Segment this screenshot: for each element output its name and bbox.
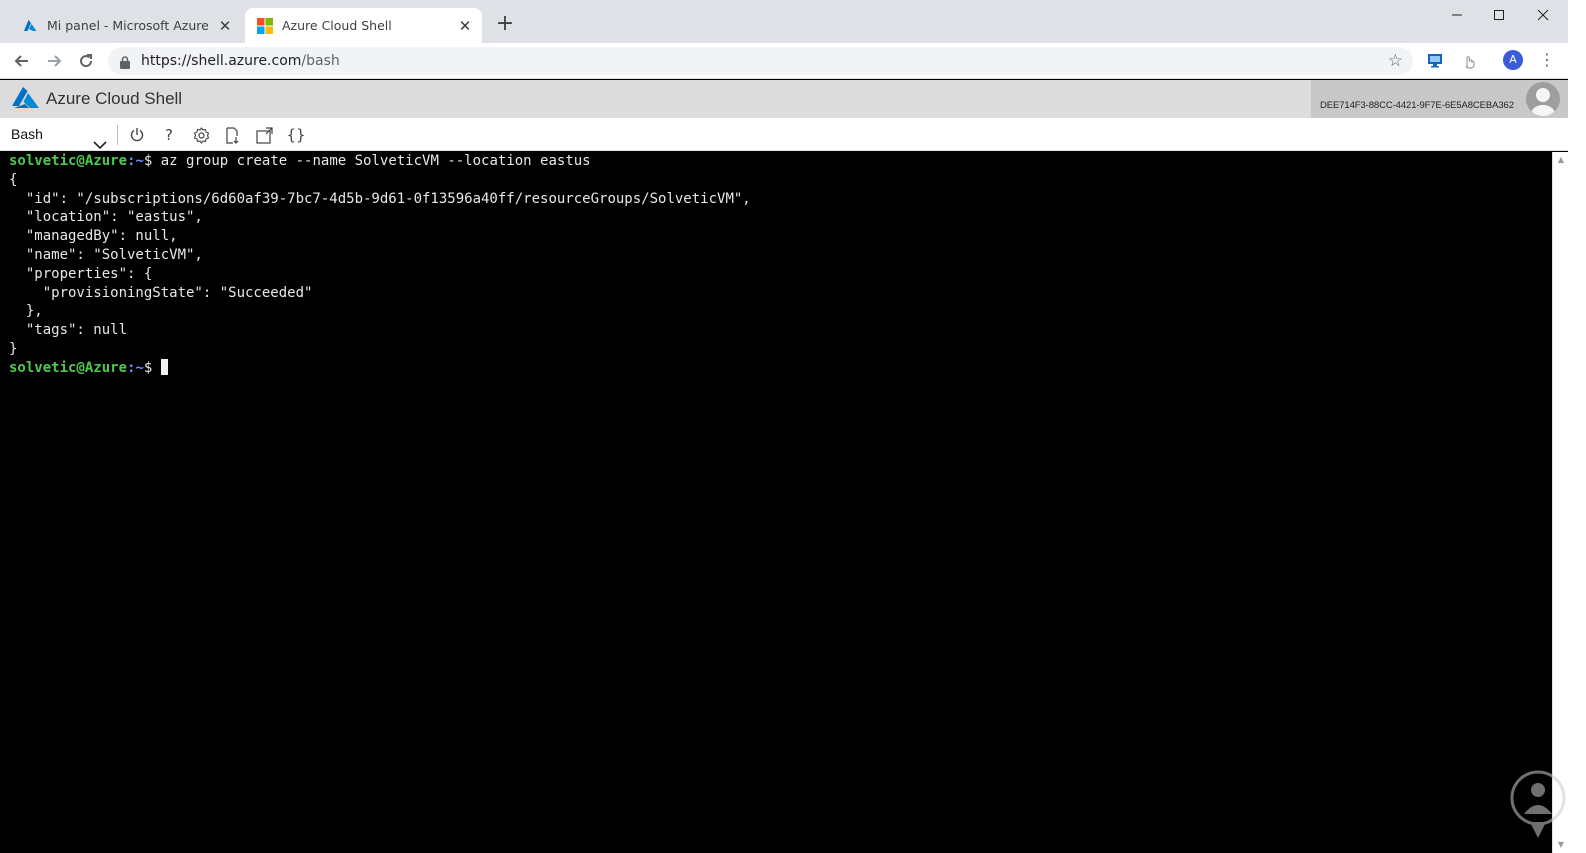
tab-title: Mi panel - Microsoft Azure xyxy=(47,18,209,33)
scroll-up-icon[interactable]: ▲ xyxy=(1556,155,1566,165)
maximize-button[interactable] xyxy=(1476,0,1522,30)
prompt-user: solvetic@Azure xyxy=(9,359,128,376)
address-bar[interactable]: https://shell.azure.com/bash ☆ xyxy=(108,47,1413,75)
output-line: "id": "/subscriptions/6d60af39-7bc7-4d5b… xyxy=(9,190,751,207)
extension-screen-icon[interactable] xyxy=(1427,52,1445,70)
output-line: "properties": { xyxy=(9,265,153,282)
back-button[interactable] xyxy=(9,48,35,74)
command-line: solvetic@Azure:~$ az group create --name… xyxy=(9,152,1552,171)
watermark-logo-icon xyxy=(1510,770,1566,838)
minimize-button[interactable] xyxy=(1434,0,1480,30)
upload-download-icon[interactable] xyxy=(222,125,242,145)
tab-azure-cloud-shell[interactable]: Azure Cloud Shell ✕ xyxy=(245,8,482,43)
close-tab-icon[interactable]: ✕ xyxy=(216,17,234,35)
close-window-button[interactable] xyxy=(1520,0,1566,30)
prompt-sigil: $ xyxy=(143,359,153,376)
terminal-cursor xyxy=(160,358,168,375)
current-prompt-line[interactable]: solvetic@Azure:~$ xyxy=(9,358,1552,378)
scroll-down-icon[interactable]: ▼ xyxy=(1556,840,1566,850)
tab-mi-panel[interactable]: Mi panel - Microsoft Azure ✕ xyxy=(10,8,242,43)
extension-gesture-icon[interactable] xyxy=(1460,52,1478,70)
microsoft-icon xyxy=(257,17,273,34)
terminal[interactable]: solvetic@Azure:~$ az group create --name… xyxy=(0,152,1552,853)
output-line: "name": "SolveticVM", xyxy=(9,246,203,263)
chevron-down-icon xyxy=(93,129,107,150)
browser-tabstrip: Mi panel - Microsoft Azure ✕ Azure Cloud… xyxy=(0,0,1568,43)
prompt-path: :~ xyxy=(127,153,144,169)
help-icon[interactable]: ? xyxy=(159,125,179,145)
url-text: https://shell.azure.com/bash xyxy=(141,53,340,69)
toolbar-divider xyxy=(117,125,118,145)
browser-menu-icon[interactable]: ⋮ xyxy=(1537,48,1557,72)
tenant-id: DEE714F3-88CC-4421-9F7E-6E5A8CEBA362 xyxy=(1320,100,1514,111)
azure-logo-icon xyxy=(12,87,39,109)
profile-avatar[interactable]: A xyxy=(1503,50,1523,70)
editor-icon[interactable]: {} xyxy=(286,125,306,145)
shell-type-value: Bash xyxy=(11,126,43,142)
output-line: }, xyxy=(9,303,43,320)
azure-icon xyxy=(22,18,38,34)
lock-icon xyxy=(120,54,130,69)
tenant-panel[interactable]: DEE714F3-88CC-4421-9F7E-6E5A8CEBA362 xyxy=(1311,80,1568,118)
reload-button[interactable] xyxy=(73,48,99,74)
close-tab-icon[interactable]: ✕ xyxy=(456,17,474,35)
prompt-user: solvetic@Azure xyxy=(9,153,128,169)
settings-icon[interactable] xyxy=(191,125,211,145)
output-line: } xyxy=(9,340,18,357)
output-line: "managedBy": null, xyxy=(9,228,178,245)
window-edge xyxy=(1568,0,1586,853)
output-line: { xyxy=(9,171,18,188)
output-line: "tags": null xyxy=(9,322,128,339)
command-text: az group create --name SolveticVM --loca… xyxy=(152,153,591,169)
page-title: Azure Cloud Shell xyxy=(46,89,183,108)
tab-title: Azure Cloud Shell xyxy=(282,18,392,33)
new-tab-button[interactable]: + xyxy=(493,13,517,37)
user-avatar-icon[interactable] xyxy=(1526,82,1560,116)
prompt-path: :~ xyxy=(127,359,144,376)
browser-toolbar: https://shell.azure.com/bash ☆ A ⋮ xyxy=(0,43,1568,79)
bookmark-star-icon[interactable]: ☆ xyxy=(1388,47,1403,75)
azure-header: Azure Cloud Shell DEE714F3-88CC-4421-9F7… xyxy=(0,80,1568,118)
output-line: "provisioningState": "Succeeded" xyxy=(9,284,313,301)
shell-type-select[interactable]: Bash xyxy=(11,118,107,151)
output-line: "location": "eastus", xyxy=(9,209,203,226)
open-session-icon[interactable] xyxy=(254,125,274,145)
terminal-scrollbar[interactable]: ▲ ▼ xyxy=(1552,152,1568,853)
shell-toolbar: Bash ? {} xyxy=(0,118,1568,151)
forward-button[interactable] xyxy=(41,48,67,74)
restart-icon[interactable] xyxy=(127,125,147,145)
